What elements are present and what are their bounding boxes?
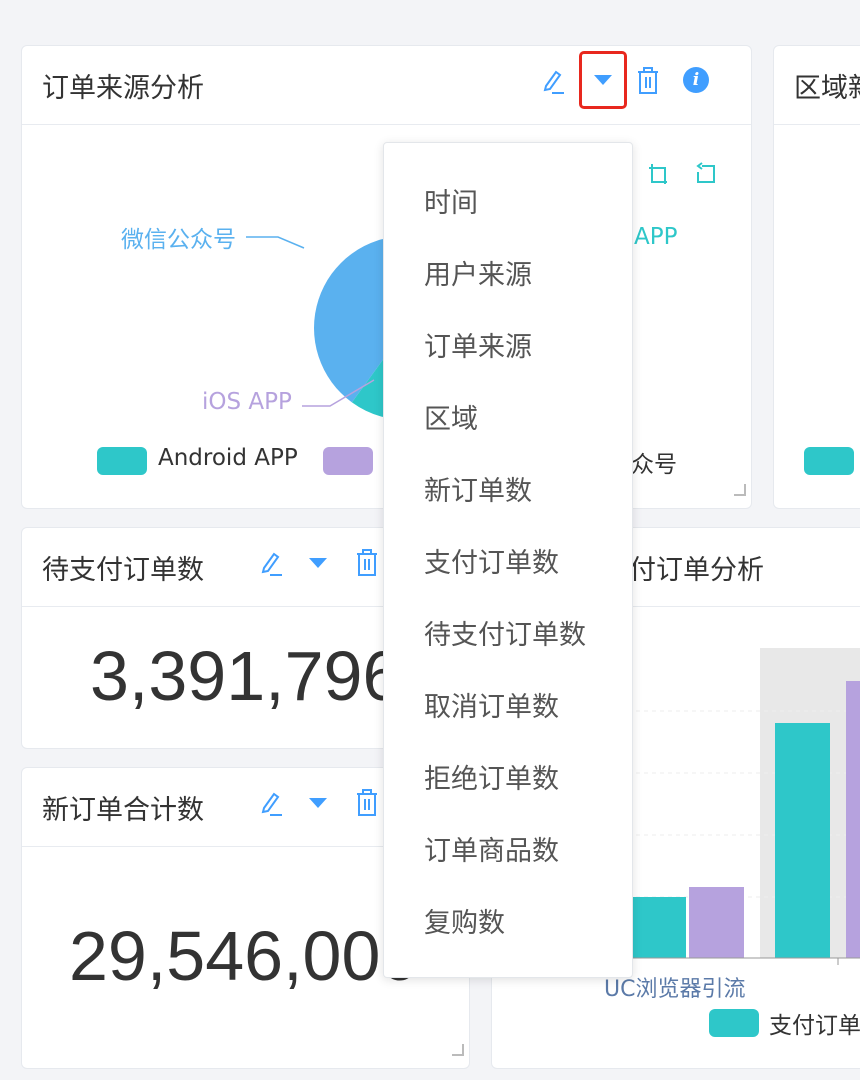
bar-next-teal (775, 723, 830, 958)
dropdown-item[interactable]: 取消订单数 (424, 685, 559, 724)
pending-orders-card-title: 待支付订单数 (42, 555, 204, 586)
resize-handle[interactable] (452, 1044, 464, 1056)
legend-swatch-android[interactable] (97, 447, 147, 475)
region-card-header: 区域新 (774, 46, 860, 125)
caret-down-icon[interactable] (305, 790, 331, 816)
delete-icon[interactable] (353, 788, 381, 818)
new-orders-value: 29,546,000 (69, 917, 420, 995)
delete-icon[interactable] (353, 548, 381, 578)
dropdown-item[interactable]: 订单商品数 (424, 829, 559, 868)
legend-label-android[interactable]: Android APP (158, 445, 298, 471)
resize-handle[interactable] (734, 484, 746, 496)
field-dropdown-menu: 时间用户来源订单来源区域新订单数支付订单数待支付订单数 取消订单数拒绝订单数订单商… (383, 142, 633, 978)
pending-orders-value: 3,391,796 (90, 637, 402, 715)
region-card-title: 区域新 (794, 73, 860, 104)
pie-label-android: APP (634, 224, 678, 250)
bar-uc-teal (632, 897, 686, 958)
dropdown-item[interactable]: 拒绝订单数 (424, 757, 559, 796)
legend-swatch-ios[interactable] (323, 447, 373, 475)
bar-uc-purple (689, 887, 744, 958)
restore-icon[interactable] (647, 162, 671, 186)
dropdown-item[interactable]: 区域 (424, 397, 478, 436)
edit-icon[interactable] (256, 548, 286, 578)
bar-next-purple (846, 681, 860, 958)
dropdown-item[interactable]: 支付订单数 (424, 541, 559, 580)
caret-down-icon[interactable] (305, 550, 331, 576)
new-orders-card-title: 新订单合计数 (42, 795, 204, 826)
refresh-icon[interactable] (694, 162, 718, 186)
legend-swatch-paid[interactable] (709, 1009, 759, 1037)
legend-label-paid[interactable]: 支付订单 (769, 1006, 860, 1040)
dropdown-item[interactable]: 复购数 (424, 901, 505, 940)
region-legend-swatch[interactable] (804, 447, 854, 475)
region-card: 区域新 (773, 45, 860, 509)
dropdown-item[interactable]: 新订单数 (424, 469, 532, 508)
dropdown-item[interactable]: 待支付订单数 (424, 613, 586, 652)
dropdown-item[interactable]: 用户来源 (424, 253, 532, 292)
legend-label-wechat[interactable]: 众号 (631, 445, 677, 479)
dropdown-item[interactable]: 时间 (424, 181, 478, 220)
dropdown-item[interactable]: 订单来源 (424, 325, 532, 364)
edit-icon[interactable] (256, 788, 286, 818)
